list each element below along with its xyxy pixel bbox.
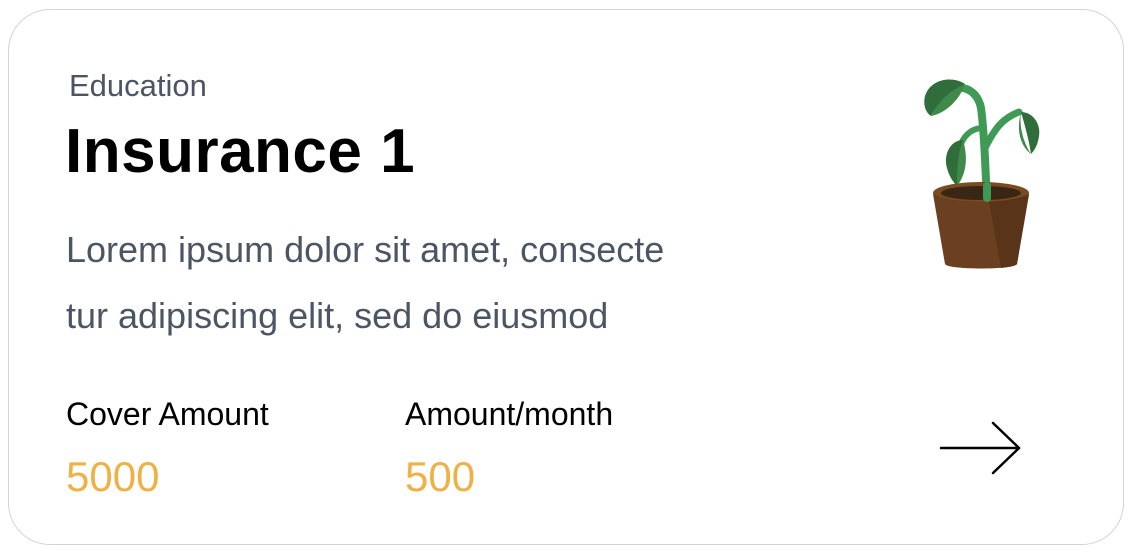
- description-line: Lorem ipsum dolor sit amet, consecte: [66, 229, 665, 270]
- card-title: Insurance 1: [65, 117, 416, 186]
- cover-amount-value: 5000: [66, 453, 160, 500]
- cover-amount-label: Cover Amount: [66, 396, 269, 432]
- arrow-right-icon: [939, 421, 1021, 475]
- next-arrow-button[interactable]: [931, 410, 1031, 486]
- potted-plant-icon: [903, 68, 1043, 278]
- amount-month-value: 500: [405, 453, 476, 500]
- category-label: Education: [69, 68, 207, 103]
- card-description: Lorem ipsum dolor sit amet, consecte tur…: [66, 217, 806, 349]
- insurance-card[interactable]: Education Insurance 1 Lorem ipsum dolor …: [8, 9, 1124, 545]
- description-line: tur adipiscing elit, sed do eiusmod: [66, 295, 609, 336]
- amount-month-label: Amount/month: [405, 396, 614, 432]
